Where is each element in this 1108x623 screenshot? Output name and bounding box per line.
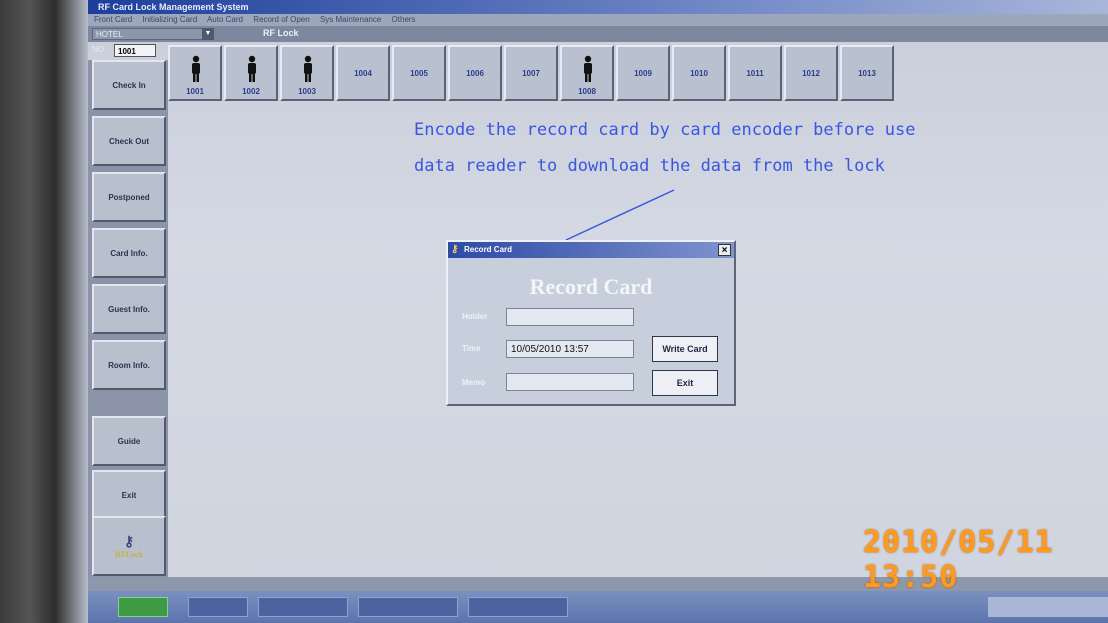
taskbar-window-button[interactable]: [358, 597, 458, 617]
taskbar-quicklaunch[interactable]: [188, 597, 248, 617]
start-button[interactable]: [118, 597, 168, 617]
time-label: Time: [462, 344, 481, 353]
record-card-dialog: ⚷ Record Card × Record Card Holder Time …: [446, 240, 736, 406]
dialog-exit-button[interactable]: Exit: [652, 370, 718, 396]
memo-field[interactable]: [506, 373, 634, 391]
dialog-title-bar: ⚷ Record Card ×: [448, 242, 734, 258]
taskbar: [88, 591, 1108, 623]
time-field[interactable]: 10/05/2010 13:57: [506, 340, 634, 358]
dialog-heading: Record Card: [529, 274, 653, 299]
write-card-button[interactable]: Write Card: [652, 336, 718, 362]
memo-label: Memo: [462, 378, 486, 387]
taskbar-window-button[interactable]: [468, 597, 568, 617]
camera-timestamp: 2010/05/11 13:50: [863, 525, 1054, 595]
key-icon: ⚷: [451, 244, 459, 255]
close-icon[interactable]: ×: [718, 244, 731, 256]
dialog-title: Record Card: [464, 245, 513, 254]
system-tray: [988, 597, 1108, 617]
screen: RF Card Lock Management System Front Car…: [88, 0, 1108, 623]
holder-label: Holder: [462, 312, 488, 321]
taskbar-window-button[interactable]: [258, 597, 348, 617]
holder-field[interactable]: [506, 308, 634, 326]
